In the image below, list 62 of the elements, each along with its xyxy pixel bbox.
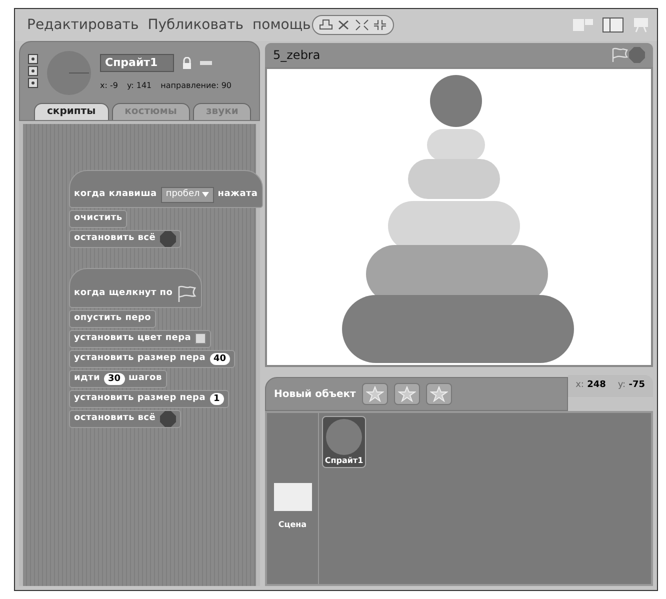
x-position: x: -9 [100, 80, 118, 92]
star-icon [398, 386, 416, 402]
block-label: идти [74, 372, 100, 385]
block-label: опустить перо [74, 312, 152, 325]
stage-title: 5_zebra [273, 47, 322, 64]
menu-item[interactable]: Публиковать [148, 14, 244, 36]
sprite-thumbnail-drawing [325, 419, 363, 455]
menu-item[interactable]: помощь [252, 14, 311, 36]
block-label: остановить всё [74, 232, 156, 245]
menu-item[interactable]: Редактировать [27, 14, 139, 36]
flag-icon [176, 284, 197, 302]
block-label: нажата [218, 188, 258, 201]
pen-indicator [200, 61, 212, 65]
command-block[interactable]: очистить [69, 210, 128, 228]
block-label: очистить [74, 212, 122, 225]
sprite-tile-label: Спрайт1 [324, 455, 364, 467]
block-label: когда щелкнут по [74, 286, 173, 300]
color-swatch[interactable] [195, 333, 206, 344]
paint-sprite-button[interactable] [362, 383, 388, 405]
load-sprite-button[interactable] [394, 383, 420, 405]
block-label: шагов [128, 372, 162, 385]
star-icon [430, 386, 448, 402]
sprite-name-field[interactable]: Спрайт1 [100, 54, 174, 72]
mouse-x: x: 248 [576, 379, 606, 392]
number-input[interactable]: 40 [210, 352, 230, 364]
block-label: установить цвет пера [74, 332, 192, 345]
normal-stage-icon[interactable] [602, 17, 624, 33]
stop-icon [160, 230, 176, 246]
random-sprite-button[interactable] [426, 383, 452, 405]
block-label: когда клавиша [74, 188, 157, 201]
stamp-icon[interactable] [316, 18, 335, 32]
command-block[interactable]: опустить перо [69, 310, 156, 328]
hat-block[interactable]: когда щелкнут по [69, 268, 202, 308]
tab[interactable]: скрипты [34, 103, 109, 120]
command-block[interactable]: остановить всё [69, 230, 181, 248]
direction-readout: направление: 90 [160, 80, 232, 92]
sprite-tile[interactable]: Спрайт1 [322, 416, 366, 468]
stage-thumbnail[interactable] [274, 483, 312, 511]
sprite-thumbnail-drawing [46, 50, 92, 96]
y-position: y: 141 [126, 80, 152, 92]
command-block[interactable]: остановить всё [69, 410, 181, 428]
flip-icon[interactable] [28, 66, 38, 76]
rotate-icon[interactable] [28, 54, 38, 64]
flag-icon[interactable] [611, 47, 629, 63]
block-label: установить размер пера [74, 392, 206, 405]
star-icon [366, 386, 384, 402]
mouse-y: y: -75 [618, 379, 645, 392]
command-block[interactable]: идти 30 шагов [69, 370, 167, 388]
stage-label: Сцена [278, 519, 307, 531]
block-label: остановить всё [74, 412, 156, 425]
stop-icon [160, 410, 176, 426]
new-sprite-label: Новый объект [274, 388, 356, 402]
caret-icon [202, 192, 209, 198]
number-input[interactable]: 1 [210, 392, 224, 404]
number-input[interactable]: 30 [104, 372, 125, 384]
block-label: установить размер пера [74, 352, 206, 365]
command-block[interactable]: установить размер пера 1 [69, 390, 229, 408]
lock-icon[interactable] [182, 57, 192, 69]
grow-icon[interactable] [352, 18, 371, 32]
command-block[interactable]: установить цвет пера [69, 330, 212, 348]
hat-block[interactable]: когда клавиша пробел нажата [69, 170, 263, 208]
command-block[interactable]: установить размер пера 40 [69, 350, 236, 368]
